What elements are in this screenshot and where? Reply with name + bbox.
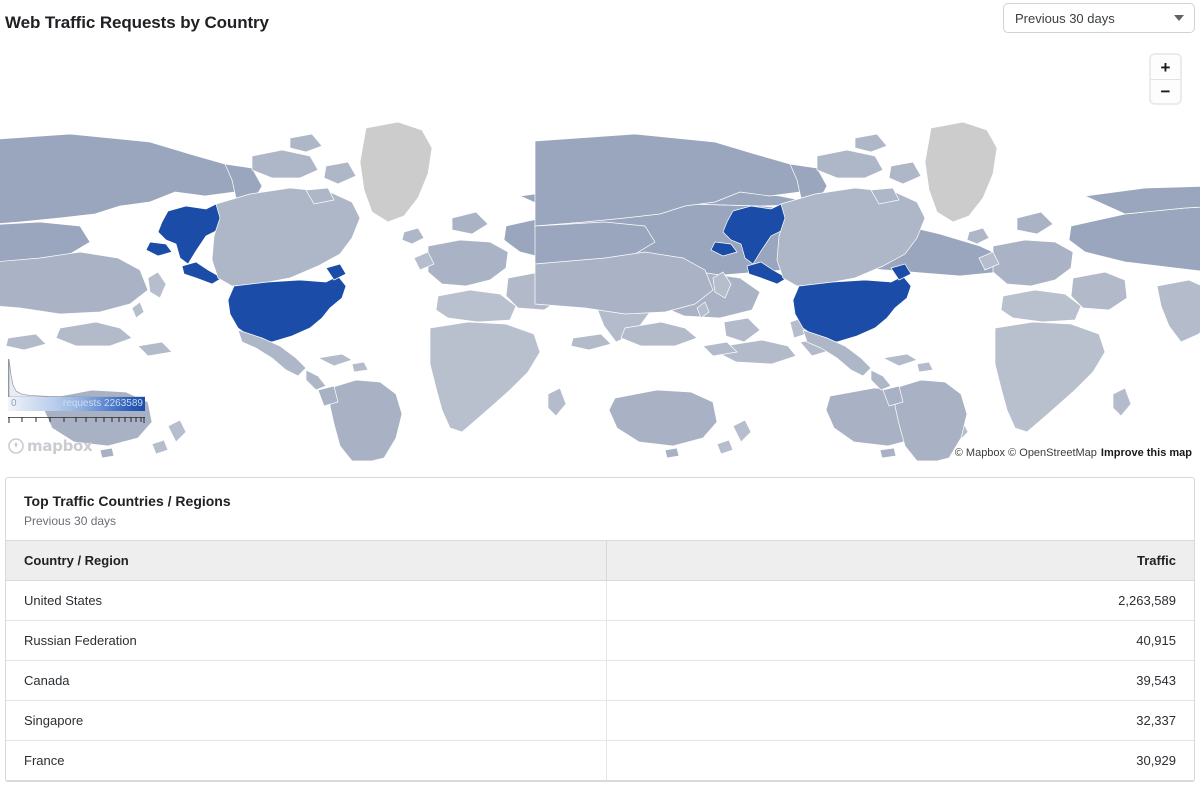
table-row[interactable]: Canada 39,543 (6, 660, 1194, 701)
table-header-row: Country / Region Traffic (6, 540, 1194, 581)
map-legend: 0 requests 2263589 (8, 359, 145, 429)
mapbox-logo[interactable]: mapbox (8, 437, 93, 455)
cell-traffic: 40,915 (606, 620, 1194, 661)
cell-traffic: 39,543 (606, 660, 1194, 701)
zoom-out-button[interactable]: − (1151, 79, 1180, 103)
column-header-country[interactable]: Country / Region (6, 540, 607, 581)
page-header: Web Traffic Requests by Country Previous… (0, 0, 1200, 46)
traffic-table: Country / Region Traffic United States 2… (6, 540, 1194, 781)
cell-country: France (6, 740, 607, 781)
table-row[interactable]: Russian Federation 40,915 (6, 620, 1194, 661)
mapbox-mark-icon (8, 438, 24, 454)
cell-country: Canada (6, 660, 607, 701)
mapbox-wordmark: mapbox (27, 437, 93, 455)
table-row[interactable]: Singapore 32,337 (6, 700, 1194, 741)
dashboard-page: Web Traffic Requests by Country Previous… (0, 0, 1200, 791)
cell-country: Russian Federation (6, 620, 607, 661)
legend-histogram (8, 359, 145, 397)
legend-ticks (8, 416, 145, 423)
attribution-copyright: © Mapbox © OpenStreetMap (954, 447, 1097, 459)
column-header-traffic[interactable]: Traffic (606, 540, 1194, 581)
legend-color-scale: 0 requests 2263589 (8, 397, 145, 411)
date-range-select[interactable]: Previous 30 days (1003, 3, 1195, 33)
chevron-down-icon (1174, 15, 1184, 21)
cell-country: United States (6, 580, 607, 621)
improve-map-link[interactable]: Improve this map (1101, 447, 1192, 459)
cell-traffic: 30,929 (606, 740, 1194, 781)
date-range-value: Previous 30 days (1015, 10, 1115, 26)
map-canvas[interactable] (0, 46, 1200, 461)
top-traffic-card: Top Traffic Countries / Regions Previous… (5, 477, 1195, 782)
table-row[interactable]: United States 2,263,589 (6, 580, 1194, 621)
card-header: Top Traffic Countries / Regions Previous… (6, 478, 1194, 540)
legend-distribution-curve (8, 359, 145, 397)
map-attribution: © Mapbox © OpenStreetMap Improve this ma… (955, 447, 1192, 459)
table-body: United States 2,263,589 Russian Federati… (6, 580, 1194, 781)
cell-traffic: 32,337 (606, 700, 1194, 741)
legend-min-label: 0 (11, 398, 17, 409)
card-title: Top Traffic Countries / Regions (24, 493, 231, 509)
card-subtitle: Previous 30 days (24, 514, 117, 528)
legend-max-label: requests 2263589 (62, 398, 143, 409)
page-title: Web Traffic Requests by Country (5, 13, 269, 32)
world-map[interactable]: + − 0 requests 2263589 mapbox © Mapbox ©… (0, 46, 1200, 461)
table-row[interactable]: France 30,929 (6, 740, 1194, 781)
zoom-in-button[interactable]: + (1151, 55, 1180, 79)
cell-country: Singapore (6, 700, 607, 741)
map-zoom-controls[interactable]: + − (1151, 55, 1180, 103)
cell-traffic: 2,263,589 (606, 580, 1194, 621)
table-head: Country / Region Traffic (6, 540, 1194, 581)
